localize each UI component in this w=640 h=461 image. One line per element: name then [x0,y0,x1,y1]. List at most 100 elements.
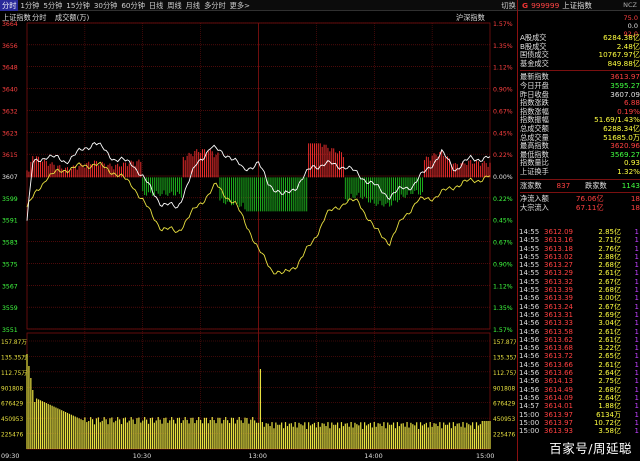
time-tick: 10:30 [133,452,151,460]
pct-tick: 0.90% [493,87,513,94]
chart-title-volume: 成交额(万) [55,13,90,22]
tick-row: 14:56 3614.49 2.68亿 1 [519,385,639,394]
index-stats: A股成交 6284.38亿 B股成交 2.48亿 国债成交 10767.97亿 基金成交 84… [520,33,640,212]
price-tick: 3648 [2,65,18,72]
tick-row: 14:56 3613.39 3.00亿 1 [519,294,639,303]
price-tick: 3615 [2,152,18,159]
volume-tick: 112.75万 [1,370,27,377]
tick-row: 14:56 3613.68 3.22亿 1 [519,344,639,353]
tick-row: 14:56 3614.09 2.64亿 1 [519,393,639,402]
pct-tick: 1.57% [493,327,513,334]
price-tick: 3591 [2,218,18,225]
tick-row: 14:55 3613.02 2.88亿 1 [519,252,639,261]
time-tick: 13:00 [249,452,267,460]
period-tab-10[interactable]: 更多> [228,0,252,11]
period-tab-2[interactable]: 5分钟 [41,0,64,11]
period-tab-1[interactable]: 1分钟 [18,0,41,11]
volume-tick-right: 135.35万 [493,354,516,361]
period-tab-9[interactable]: 多分时 [202,0,228,11]
tick-list[interactable]: 14:55 3612.09 2.85亿 1 14:55 3613.16 2.71亿 1 14:5… [519,228,640,435]
time-tick: 15:00 [476,452,494,460]
tick-row: 14:56 3613.72 2.65亿 1 [519,352,639,361]
period-tabs: 分时 1分钟 5分钟 15分钟 30分钟 60分钟 日线 周线 月线 多分时 更多> [0,0,252,11]
time-tick: 14:00 [364,452,382,460]
price-tick: 3575 [2,261,18,268]
volume-tick-right: 225476 [493,433,515,439]
volume-tick: 901808 [1,386,23,392]
volume-tick-right: 676429 [493,402,515,408]
pct-tick: 1.35% [493,43,513,50]
price-tick: 3567 [2,283,18,290]
price-tick: 3632 [2,108,18,115]
pct-tick: 1.12% [493,283,513,290]
group-icon[interactable]: G [522,1,528,10]
time-tick: 09:30 [1,452,19,460]
period-tab-8[interactable]: 月线 [184,0,202,11]
tick-row: 14:56 3613.33 3.04亿 1 [519,319,639,328]
tick-row: 15:00 3613.93 3.58亿 1 [519,427,639,436]
volume-tick: 225476 [1,433,23,439]
updown-row: 涨家数 837 跌家数 1143 [520,180,640,190]
tick-row: 15:00 3613.97 6134万 1 [519,410,639,419]
price-tick: 3623 [2,130,18,137]
pct-tick: 1.12% [493,65,513,72]
period-tab-0[interactable]: 分时 [0,0,19,11]
tick-row: 14:55 3612.09 2.85亿 1 [519,228,639,236]
volume-tick-right: 112.75万 [493,370,516,377]
price-tick: 3599 [2,196,18,203]
app-window: 分时1分钟5分钟15分钟30分钟60分钟日线周线月线多分时更多> 切换指数重播统… [0,0,640,461]
price-tick: 3607 [2,174,18,181]
volume-tick: 676429 [1,402,23,408]
tick-row: 14:55 3613.39 2.68亿 1 [519,286,639,295]
volume-tick-right: 157.87万 [493,339,516,346]
chart-grid [26,22,491,450]
period-tab-7[interactable]: 周线 [165,0,183,11]
pct-tick: 0.45% [493,130,513,137]
tick-row: 14:56 3613.31 2.69亿 1 [519,310,639,319]
watermark: 百家号/周延聪 [549,441,632,456]
chart-canvas[interactable]: 3664 3656 3648 3640 3632 3623 3615 3607 3599 3591… [0,11,519,461]
tick-row: 14:55 3613.27 2.68亿 1 [519,261,639,270]
tick-row: 15:00 3613.97 10.72亿 1 [519,418,639,427]
pct-tick: 0.22% [493,152,513,159]
pct-tick: 0.22% [493,196,513,203]
tick-row: 14:56 3613.58 2.61亿 1 [519,327,639,336]
intraday-chart[interactable]: 3664 3656 3648 3640 3632 3623 3615 3607 3599 3591… [0,11,519,461]
volume-tick: 450953 [1,417,23,423]
chart-title-index: 上证指数 [2,13,31,22]
index-name: 上证指数 [562,0,592,10]
volume-tick: 157.87万 [1,339,27,346]
tick-row: 14:56 3613.66 2.61亿 1 [519,360,639,369]
corner-label: NCZ [623,1,637,9]
price-tick: 3551 [2,327,18,334]
pct-tick: 0.67% [493,108,513,115]
tick-row: 14:55 3613.29 2.61亿 1 [519,269,639,278]
stat-row: 基金成交 849.88亿 [520,58,640,68]
period-tab-4[interactable]: 30分钟 [92,0,120,11]
price-tick: 3656 [2,43,18,50]
pct-tick: 1.57% [493,21,513,28]
side-pct: 0.0 [627,22,638,30]
tick-row: 14:55 3613.16 2.71亿 1 [519,236,639,245]
tool-item-0[interactable]: 切换 [499,0,517,11]
tick-row: 14:57 3614.01 1.88亿 1 [519,402,639,411]
side-pct: 75.0 [623,14,638,22]
volume-tick: 135.35万 [1,354,27,361]
price-tick: 3583 [2,240,18,247]
volume-tick-right: 450953 [493,417,515,423]
panel-title: G 999999 上证指数 NCZ [518,0,640,11]
price-tick: 3559 [2,305,18,312]
volume-tick-right: 901808 [493,386,515,392]
period-tab-3[interactable]: 15分钟 [64,0,92,11]
pct-tick: 0.00% [493,174,513,181]
period-tab-5[interactable]: 60分钟 [119,0,147,11]
chart-right-label: 沪深指数 [456,13,485,22]
price-tick: 3640 [2,87,18,94]
stat-row: 上证换手 1.32% [520,166,640,176]
pct-tick: 0.67% [493,240,513,247]
index-code: 999999 [531,0,560,10]
tick-row: 14:56 3613.66 2.64亿 1 [519,369,639,378]
pct-tick: 0.90% [493,261,513,268]
period-tab-6[interactable]: 日线 [147,0,165,11]
quote-panel: G 999999 上证指数 NCZ 75.0 0.0 92.0 A股成交 6284.3… [517,0,640,461]
